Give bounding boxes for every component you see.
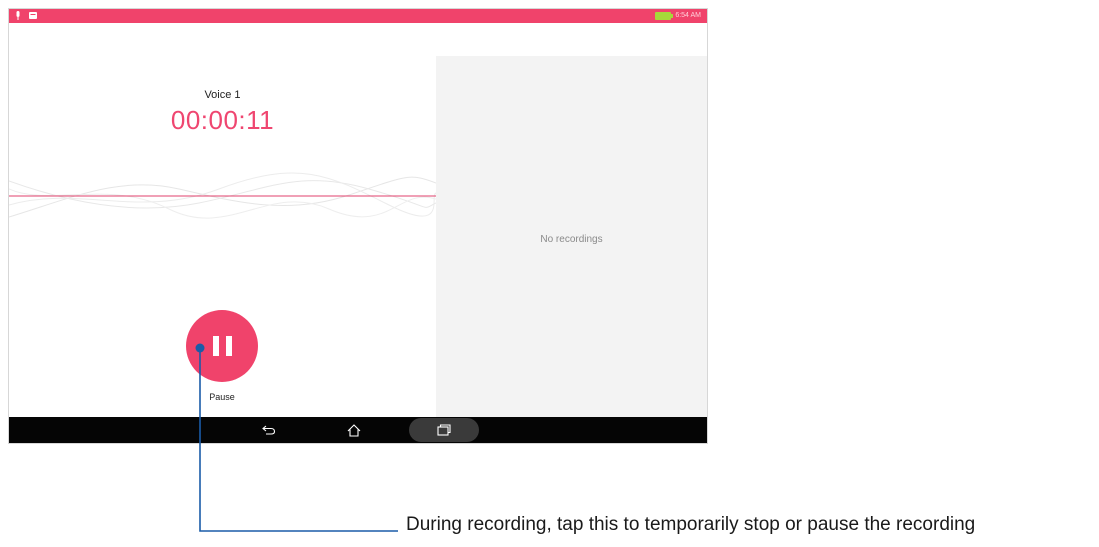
battery-charging-icon <box>655 12 674 20</box>
empty-state-text: No recordings <box>540 234 603 245</box>
message-icon <box>29 12 37 19</box>
microphone-icon <box>16 11 20 20</box>
status-bar: 6:54 AM <box>9 9 707 23</box>
recording-title: Voice 1 <box>204 89 241 101</box>
waveform-visualization <box>9 172 436 219</box>
recent-apps-icon <box>437 424 451 436</box>
recordings-list-panel: No recordings <box>436 56 707 417</box>
recording-timer: 00:00:11 <box>170 105 275 135</box>
pause-label: Pause <box>209 392 235 402</box>
tablet-screen: 6:54 AM Voice 1 00:00:11 Pause No record… <box>8 8 708 444</box>
status-time: 6:54 AM <box>675 12 701 19</box>
home-button[interactable] <box>339 420 369 440</box>
pause-button[interactable] <box>186 310 258 382</box>
navigation-bar <box>9 417 707 443</box>
recorder-pane: Voice 1 00:00:11 Pause <box>9 23 436 417</box>
status-icons-left <box>15 11 37 20</box>
back-icon <box>262 425 276 435</box>
home-icon <box>347 423 361 437</box>
back-button[interactable] <box>254 420 284 440</box>
pause-icon <box>212 336 232 356</box>
callout-text: During recording, tap this to temporaril… <box>406 514 976 535</box>
recent-apps-button[interactable] <box>429 420 459 440</box>
status-icons-right: 6:54 AM <box>655 10 701 22</box>
